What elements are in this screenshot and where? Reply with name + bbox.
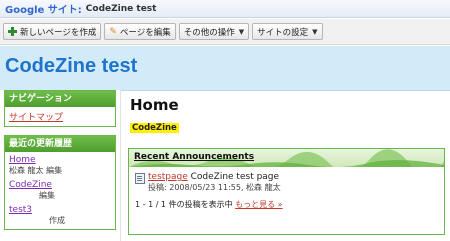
recent-updates-heading: 最近の更新履歴 (5, 136, 115, 152)
recent-item: test3 作成 (9, 205, 111, 226)
announcements-box: Recent Announcements testpage CodeZine t… (128, 148, 445, 235)
recent-item-link[interactable]: CodeZine (9, 180, 111, 190)
top-bar: Google サイト: CodeZine test (0, 0, 450, 18)
recent-updates-box: 最近の更新履歴 Home 松森 龍太 編集 CodeZine 編集 test3 … (4, 135, 116, 230)
site-settings-menu[interactable]: サイトの設定 ▼ (252, 23, 323, 40)
announcement-text: CodeZine test page (187, 172, 280, 182)
recent-item-meta: 作成 (49, 216, 65, 225)
sitemap-link[interactable]: サイトマップ (9, 110, 111, 123)
document-icon (135, 173, 145, 184)
site-header: CodeZine test (0, 46, 450, 91)
recent-item-link[interactable]: Home (9, 155, 111, 165)
site-settings-label: サイトの設定 (257, 27, 309, 38)
plus-icon (8, 27, 17, 36)
other-actions-menu[interactable]: その他の操作 ▼ (178, 23, 250, 40)
new-page-button[interactable]: 新しいページを作成 (3, 23, 102, 40)
site-title[interactable]: CodeZine test (86, 4, 157, 14)
main-content: Home CodeZine Recent Announcements testp… (128, 96, 446, 241)
pencil-icon: ✎ (109, 26, 117, 37)
navigation-box: ナビゲーション サイトマップ (4, 90, 116, 127)
highlighted-text: CodeZine (130, 123, 179, 133)
recent-item: Home 松森 龍太 編集 (9, 155, 111, 176)
new-page-label: 新しいページを作成 (20, 27, 97, 38)
google-sites-brand[interactable]: Google サイト: (5, 1, 82, 16)
announcements-title[interactable]: Recent Announcements (134, 152, 254, 162)
edit-page-label: ページを編集 (119, 27, 171, 38)
recent-item-meta: 編集 (39, 191, 55, 200)
toolbar: 新しいページを作成 ✎ ページを編集 その他の操作 ▼ サイトの設定 ▼ (0, 19, 450, 45)
recent-item: CodeZine 編集 (9, 180, 111, 201)
announcement-link[interactable]: testpage (148, 172, 188, 182)
sidebar: ナビゲーション サイトマップ 最近の更新履歴 Home 松森 龍太 編集 Cod… (0, 90, 121, 241)
navigation-heading: ナビゲーション (5, 91, 115, 107)
chevron-down-icon: ▼ (238, 27, 245, 36)
edit-page-button[interactable]: ✎ ページを編集 (104, 23, 176, 40)
site-header-title[interactable]: CodeZine test (5, 55, 137, 78)
recent-item-meta: 松森 龍太 編集 (9, 166, 63, 175)
announcement-meta: 投稿: 2008/05/23 11:55, 松森 龍太 (148, 183, 281, 192)
other-actions-label: その他の操作 (183, 27, 235, 38)
announcements-footer: 1 - 1 / 1 件の投稿を表示中 もっと見る » (135, 199, 438, 210)
announcement-item: testpage CodeZine test page 投稿: 2008/05/… (135, 172, 438, 193)
announcements-header: Recent Announcements (129, 149, 444, 167)
more-link[interactable]: もっと見る » (235, 200, 282, 209)
chevron-down-icon: ▼ (312, 27, 318, 36)
recent-item-link[interactable]: test3 (9, 205, 111, 215)
page-title: Home (130, 96, 179, 114)
announcements-count: 1 - 1 / 1 件の投稿を表示中 (135, 200, 233, 209)
